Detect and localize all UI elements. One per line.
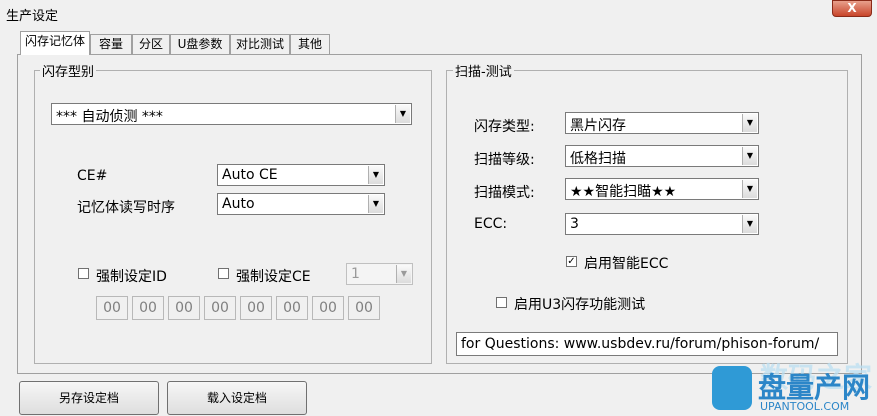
ecc-label: ECC: [474, 216, 508, 232]
force-ce-label: 强制设定CE [236, 269, 311, 285]
ce-label: CE# [77, 168, 108, 184]
flash-detect-select[interactable]: *** 自动侦测 *** ▼ [51, 103, 412, 125]
flash-kind-value: 黑片闪存 [570, 118, 626, 134]
timing-label: 记忆体读写时序 [77, 200, 175, 216]
id-byte-field[interactable]: 00 [168, 296, 200, 320]
chevron-down-icon: ▼ [368, 195, 383, 213]
chevron-down-icon: ▼ [396, 265, 411, 283]
force-id-label: 强制设定ID [96, 269, 167, 285]
u3-test-checkbox[interactable] [496, 297, 507, 308]
ce-value: Auto CE [222, 167, 278, 183]
scan-mode-value: ★★智能扫瞄★★ [570, 184, 677, 200]
force-ce-select[interactable]: 1 ▼ [346, 263, 413, 285]
smart-ecc-label: 启用智能ECC [584, 256, 669, 272]
chevron-down-icon: ▼ [742, 114, 757, 132]
info-text-field[interactable]: for Questions: www.usbdev.ru/forum/phiso… [456, 332, 838, 356]
tab-partition[interactable]: 分区 [132, 34, 170, 54]
id-byte-field[interactable]: 00 [132, 296, 164, 320]
chevron-down-icon: ▼ [742, 180, 757, 198]
ecc-value: 3 [570, 216, 579, 232]
id-byte-field[interactable]: 00 [348, 296, 380, 320]
tab-flash-memory[interactable]: 闪存记忆体 [20, 31, 90, 55]
tab-compare-test[interactable]: 对比测试 [230, 34, 290, 54]
ecc-select[interactable]: 3 ▼ [565, 213, 759, 235]
chevron-down-icon: ▼ [368, 166, 383, 184]
watermark-url: UPANTOOL.COM [760, 400, 850, 413]
scan-level-label: 扫描等级: [474, 152, 535, 168]
chevron-down-icon: ▼ [395, 105, 410, 123]
watermark-logo: 数码之家 盘量产网 UPANTOOL.COM [700, 356, 877, 416]
timing-value: Auto [222, 196, 255, 212]
id-byte-field[interactable]: 00 [240, 296, 272, 320]
force-ce-value: 1 [351, 266, 360, 282]
flash-kind-select[interactable]: 黑片闪存 ▼ [565, 112, 759, 134]
flash-kind-label: 闪存类型: [474, 119, 535, 135]
scan-level-select[interactable]: 低格扫描 ▼ [565, 145, 759, 167]
save-as-config-button[interactable]: 另存设定档 [19, 381, 159, 415]
id-byte-field[interactable]: 00 [204, 296, 236, 320]
load-config-button[interactable]: 载入设定档 [167, 381, 307, 415]
tab-capacity[interactable]: 容量 [90, 34, 132, 54]
force-id-checkbox[interactable] [78, 268, 89, 279]
udisk-icon [712, 366, 752, 410]
flash-type-legend: 闪存型别 [40, 61, 97, 80]
tab-udisk-params[interactable]: U盘参数 [170, 34, 230, 54]
chevron-down-icon: ▼ [742, 215, 757, 233]
checkmark-icon: ✓ [567, 256, 576, 267]
scan-level-value: 低格扫描 [570, 151, 626, 167]
chevron-down-icon: ▼ [742, 147, 757, 165]
id-byte-field[interactable]: 00 [276, 296, 308, 320]
flash-detect-value: *** 自动侦测 *** [56, 109, 163, 125]
title-bar [0, 0, 877, 26]
window-title: 生产设定 [6, 9, 59, 24]
tab-other[interactable]: 其他 [290, 34, 330, 54]
close-button[interactable]: X [832, 0, 872, 17]
u3-test-label: 启用U3闪存功能测试 [514, 297, 646, 313]
id-byte-field[interactable]: 00 [312, 296, 344, 320]
id-byte-field[interactable]: 00 [96, 296, 128, 320]
timing-select[interactable]: Auto ▼ [217, 193, 385, 215]
ce-select[interactable]: Auto CE ▼ [217, 164, 385, 186]
scan-mode-select[interactable]: ★★智能扫瞄★★ ▼ [565, 178, 759, 200]
scan-mode-label: 扫描模式: [474, 185, 535, 201]
force-ce-checkbox[interactable] [218, 268, 229, 279]
scan-test-legend: 扫描-测试 [453, 61, 514, 80]
smart-ecc-checkbox[interactable]: ✓ [566, 256, 577, 267]
